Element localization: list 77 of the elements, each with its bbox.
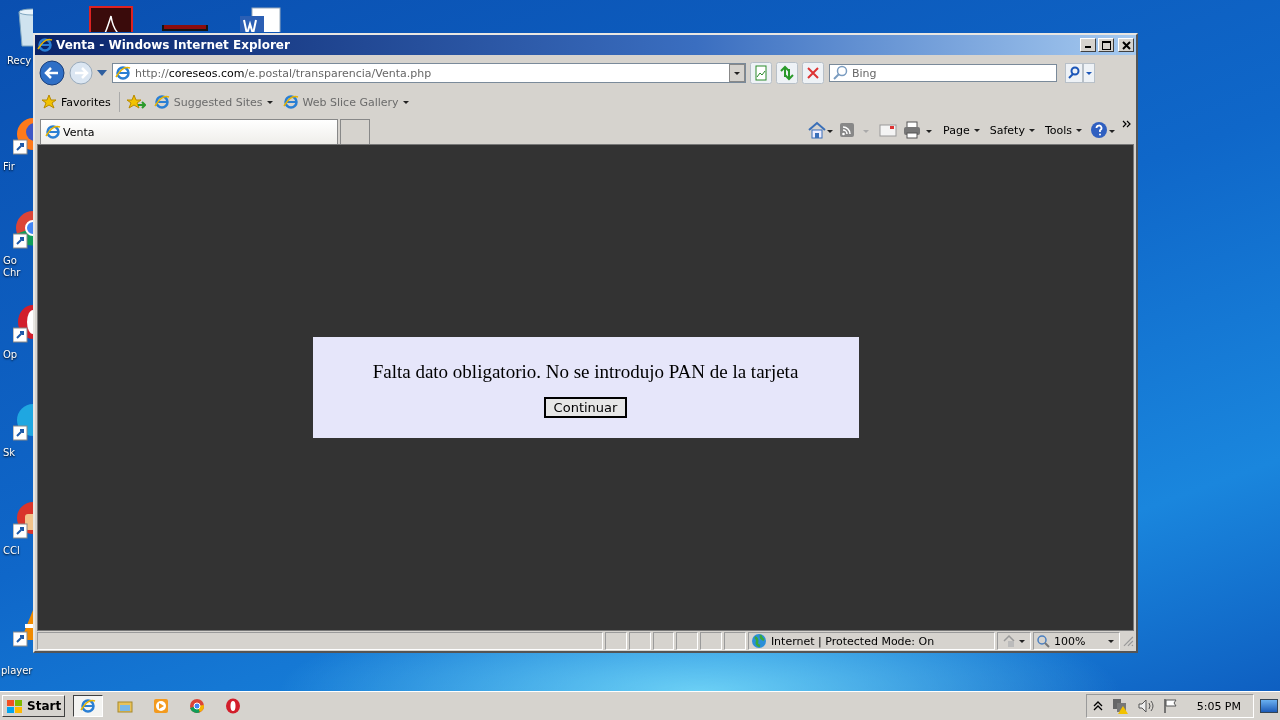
resize-grip-icon[interactable] [1122, 635, 1135, 647]
window-title: Venta - Windows Internet Explorer [56, 38, 291, 52]
compatibility-view-button[interactable] [750, 62, 772, 84]
app-shortcut-icon[interactable] [89, 6, 135, 32]
continue-button[interactable]: Continuar [543, 397, 628, 418]
icon-label: Op [3, 349, 18, 361]
speaker-icon[interactable] [1136, 698, 1155, 714]
favorites-link[interactable]: Web Slice Gallery [280, 94, 411, 110]
globe-icon [750, 633, 767, 649]
address-text: http://coreseos.com/e.postal/transparencia/Venta.php [135, 66, 433, 80]
play-icon [153, 698, 170, 714]
caret-icon [973, 128, 980, 132]
zoom-button[interactable]: 100% [1033, 632, 1121, 650]
flag-icon[interactable] [1162, 698, 1179, 714]
security-icon[interactable] [1002, 634, 1027, 648]
show-hidden-icons-button[interactable] [1092, 700, 1103, 712]
maximize-icon [1101, 40, 1111, 50]
status-pane [724, 632, 746, 650]
windows-logo-icon [6, 698, 23, 714]
opera-icon [225, 698, 242, 714]
home-icon[interactable] [807, 121, 834, 139]
caret-icon [1108, 639, 1115, 643]
error-message: Falta dato obligatorio. No se introdujo PAN de la tarjeta [372, 361, 799, 383]
page-icon [115, 65, 131, 81]
show-desktop-button[interactable] [1260, 699, 1278, 713]
mail-icon[interactable] [879, 121, 898, 139]
browser-logo-icon [37, 37, 53, 53]
stop-button[interactable] [802, 62, 824, 84]
back-button[interactable] [39, 60, 65, 86]
close-icon [1121, 40, 1131, 50]
search-button[interactable] [1065, 63, 1083, 83]
caret-icon [1028, 128, 1035, 132]
icon-label: player [1, 665, 33, 677]
browser-logo-icon [282, 94, 299, 110]
icon-label: Go Chr [3, 255, 21, 279]
icon-label: CCl [3, 545, 20, 557]
status-pane [676, 632, 699, 650]
close-button[interactable] [1118, 38, 1134, 52]
minimize-button[interactable] [1080, 38, 1096, 52]
maximize-button[interactable] [1098, 38, 1114, 52]
status-pane [700, 632, 723, 650]
command-menu[interactable]: Page [941, 123, 982, 137]
status-pane [628, 632, 651, 650]
browser-logo-icon [45, 124, 61, 140]
caret-icon [1076, 128, 1082, 132]
folder-icon [117, 698, 134, 714]
caret-icon [402, 100, 409, 104]
magnifier-icon [1036, 634, 1050, 648]
search-options-button[interactable] [1083, 63, 1095, 83]
search-icon [832, 65, 848, 81]
start-button[interactable]: Start [2, 695, 66, 717]
icon-label: Fir [3, 161, 15, 173]
browser-logo-icon [80, 698, 97, 714]
caret-icon [734, 71, 740, 75]
icon-label: Sk [3, 447, 16, 459]
icon-label: Recy [7, 55, 32, 67]
status-pane [652, 632, 675, 650]
address-field[interactable]: http://coreseos.com/e.postal/transparencia/Venta.php [112, 63, 746, 83]
star-icon [41, 94, 57, 110]
browser-tab[interactable]: Venta [40, 119, 338, 144]
network-warning-icon[interactable] [1110, 698, 1129, 714]
favorites-link[interactable]: Suggested Sites [151, 94, 275, 110]
history-dropdown-icon[interactable] [97, 69, 107, 77]
caret-icon [266, 100, 273, 104]
command-menu[interactable]: Safety [987, 123, 1037, 137]
clock: 5:05 PM [1196, 699, 1241, 713]
browser-logo-icon [153, 94, 170, 110]
search-field[interactable]: Bing [829, 64, 1057, 82]
address-dropdown-button[interactable] [729, 64, 745, 82]
zone-text: Internet | Protected Mode: On [770, 634, 935, 648]
refresh-button[interactable] [776, 62, 798, 84]
command-menu[interactable]: Tools [1042, 123, 1084, 137]
taskbar-app-button[interactable] [73, 695, 104, 717]
favorites-button[interactable]: Favorites [39, 94, 113, 110]
chevron-icon[interactable] [1122, 119, 1132, 129]
chrome-icon [189, 698, 206, 714]
help-icon[interactable] [1090, 121, 1116, 139]
